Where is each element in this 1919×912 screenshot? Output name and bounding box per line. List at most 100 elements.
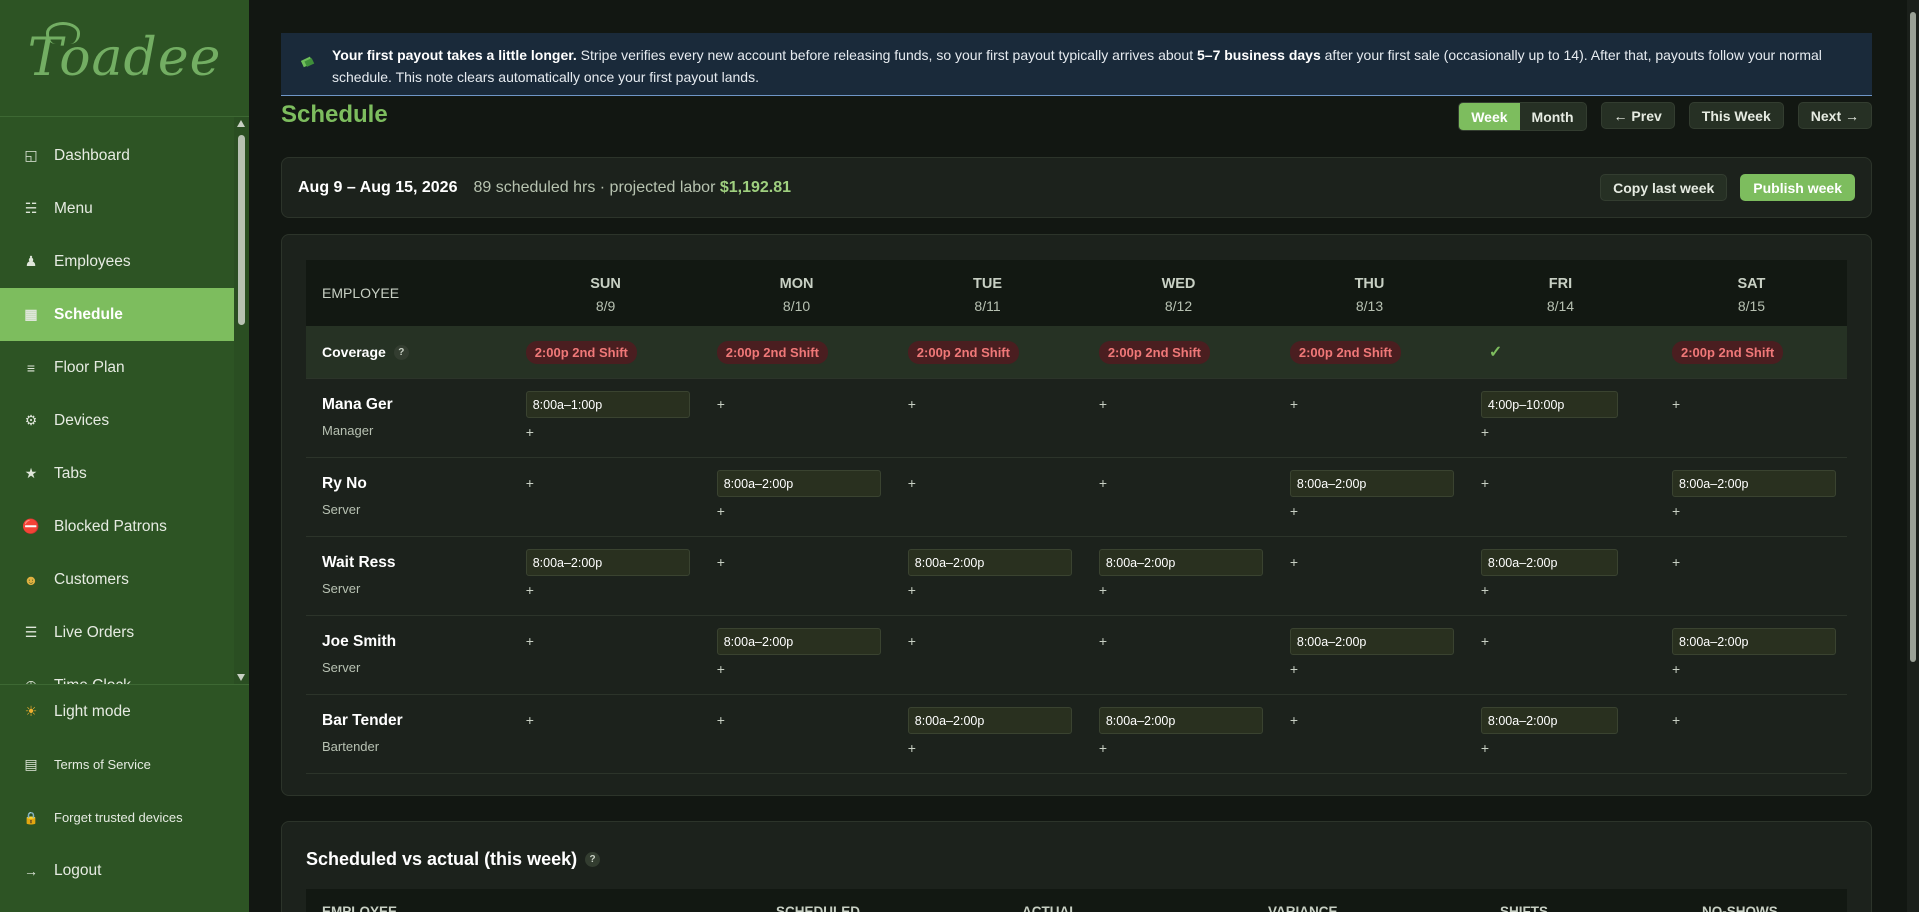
shift-block[interactable]: 8:00a–2:00p xyxy=(525,549,690,576)
sidebar-item-forget-trusted-devices[interactable]: 🔒 Forget trusted devices xyxy=(0,791,249,844)
add-shift-button[interactable]: + xyxy=(717,661,892,677)
coverage-gap-badge[interactable]: 2:00p 2nd Shift xyxy=(1289,340,1402,364)
add-shift-button[interactable]: + xyxy=(1481,740,1656,756)
actuals-col-no-shows: NO-SHOWS xyxy=(1702,904,1778,912)
add-shift-button[interactable]: + xyxy=(1290,712,1465,728)
coverage-gap-badge[interactable]: 2:00p 2nd Shift xyxy=(907,340,1019,364)
coverage-row: Coverage? 2:00p 2nd Shift 2:00p 2nd Shift 2… xyxy=(306,326,1847,379)
add-shift-button[interactable]: + xyxy=(1481,633,1656,649)
shift-block[interactable]: 8:00a–2:00p xyxy=(907,707,1072,734)
day-header-tue: TUE 8/11 xyxy=(892,260,1083,326)
sidebar-item-time-clock[interactable]: ◷ Time Clock xyxy=(0,659,249,685)
coverage-gap-badge[interactable]: 2:00p 2nd Shift xyxy=(716,340,828,364)
sidebar-item-employees[interactable]: ♟ Employees xyxy=(0,235,249,288)
add-shift-button[interactable]: + xyxy=(908,740,1083,756)
shift-block[interactable]: 8:00a–2:00p xyxy=(1480,549,1618,576)
sidebar-item-light-mode[interactable]: ☀ Light mode xyxy=(0,685,249,738)
sidebar-item-logout[interactable]: → Logout xyxy=(0,844,249,897)
publish-week-button[interactable]: Publish week xyxy=(1740,174,1855,201)
shift-block[interactable]: 8:00a–2:00p xyxy=(1289,470,1454,497)
add-shift-button[interactable]: + xyxy=(1099,396,1274,412)
add-shift-button[interactable]: + xyxy=(1099,475,1274,491)
shift-block[interactable]: 8:00a–2:00p xyxy=(1671,628,1836,655)
main-scrollbar-thumb[interactable] xyxy=(1910,12,1916,662)
shift-block[interactable]: 8:00a–1:00p xyxy=(525,391,690,418)
prev-week-button[interactable]: ← Prev xyxy=(1600,102,1675,129)
sidebar-scrollbar[interactable] xyxy=(234,117,249,684)
add-shift-button[interactable]: + xyxy=(1099,582,1274,598)
add-shift-button[interactable]: + xyxy=(908,475,1083,491)
add-shift-button[interactable]: + xyxy=(1290,661,1465,677)
day-header-wed: WED 8/12 xyxy=(1083,260,1274,326)
add-shift-button[interactable]: + xyxy=(717,554,892,570)
sidebar-item-blocked-patrons[interactable]: ⛔ Blocked Patrons xyxy=(0,500,249,553)
add-shift-button[interactable]: + xyxy=(526,633,701,649)
sidebar-item-dashboard[interactable]: ◱ Dashboard xyxy=(0,129,249,182)
banner-highlight: 5–7 business days xyxy=(1197,47,1321,63)
shift-block[interactable]: 8:00a–2:00p xyxy=(1480,707,1618,734)
add-shift-button[interactable]: + xyxy=(1672,396,1847,412)
page-title: Schedule xyxy=(281,101,388,128)
add-shift-button[interactable]: + xyxy=(526,475,701,491)
shift-block[interactable]: 8:00a–2:00p xyxy=(1289,628,1454,655)
sidebar-item-customers[interactable]: ☻ Customers xyxy=(0,553,249,606)
shift-cell: 8:00a–2:00p + xyxy=(1465,537,1656,615)
add-shift-button[interactable]: + xyxy=(1290,396,1465,412)
add-shift-button[interactable]: + xyxy=(1099,740,1274,756)
add-shift-button[interactable]: + xyxy=(717,503,892,519)
month-view-button[interactable]: Month xyxy=(1519,103,1586,130)
add-shift-button[interactable]: + xyxy=(1099,633,1274,649)
add-shift-button[interactable]: + xyxy=(1481,475,1656,491)
add-shift-button[interactable]: + xyxy=(1290,554,1465,570)
next-week-button[interactable]: Next → xyxy=(1797,102,1872,129)
add-shift-button[interactable]: + xyxy=(526,712,701,728)
add-shift-button[interactable]: + xyxy=(1481,424,1656,440)
coverage-gap-badge[interactable]: 2:00p 2nd Shift xyxy=(1671,340,1784,364)
add-shift-button[interactable]: + xyxy=(717,712,892,728)
employee-role: Server xyxy=(322,581,361,596)
help-icon[interactable]: ? xyxy=(393,344,409,360)
sidebar-item-schedule[interactable]: ▦ Schedule xyxy=(0,288,234,341)
sidebar-item-floor-plan[interactable]: ≡ Floor Plan xyxy=(0,341,249,394)
add-shift-button[interactable]: + xyxy=(1672,661,1847,677)
shift-block[interactable]: 8:00a–2:00p xyxy=(716,628,881,655)
add-shift-button[interactable]: + xyxy=(526,582,701,598)
sidebar-item-label: Devices xyxy=(54,411,110,429)
scrollbar-thumb[interactable] xyxy=(238,135,245,325)
shift-block[interactable]: 8:00a–2:00p xyxy=(716,470,881,497)
add-shift-button[interactable]: + xyxy=(1290,503,1465,519)
coverage-gap-badge[interactable]: 2:00p 2nd Shift xyxy=(1098,340,1211,364)
scroll-down-icon[interactable] xyxy=(237,674,245,681)
week-view-button[interactable]: Week xyxy=(1459,103,1520,130)
add-shift-button[interactable]: + xyxy=(526,424,701,440)
add-shift-button[interactable]: + xyxy=(908,396,1083,412)
shift-block[interactable]: 8:00a–2:00p xyxy=(1098,707,1263,734)
add-shift-button[interactable]: + xyxy=(908,582,1083,598)
help-icon[interactable]: ? xyxy=(585,852,601,867)
shift-cell: + xyxy=(1083,379,1274,457)
add-shift-button[interactable]: + xyxy=(1672,554,1847,570)
employee-name: Wait Ress xyxy=(322,554,396,571)
shift-block[interactable]: 4:00p–10:00p xyxy=(1480,391,1618,418)
sidebar-item-tabs[interactable]: ★ Tabs xyxy=(0,447,249,500)
sidebar-item-terms-of-service[interactable]: ▤ Terms of Service xyxy=(0,738,249,791)
sidebar-item-label: Customers xyxy=(54,570,129,588)
sidebar-item-live-orders[interactable]: ☰ Live Orders xyxy=(0,606,249,659)
add-shift-button[interactable]: + xyxy=(1481,582,1656,598)
scroll-up-icon[interactable] xyxy=(237,120,245,127)
add-shift-button[interactable]: + xyxy=(717,396,892,412)
employee-role: Server xyxy=(322,660,361,675)
copy-last-week-button[interactable]: Copy last week xyxy=(1600,174,1728,201)
this-week-button[interactable]: This Week xyxy=(1688,102,1784,129)
add-shift-button[interactable]: + xyxy=(1672,712,1847,728)
shift-block[interactable]: 8:00a–2:00p xyxy=(1098,549,1263,576)
coverage-gap-badge[interactable]: 2:00p 2nd Shift xyxy=(525,340,637,364)
day-header-sat: SAT 8/15 xyxy=(1656,260,1847,326)
sidebar-item-devices[interactable]: ⚙ Devices xyxy=(0,394,249,447)
add-shift-button[interactable]: + xyxy=(908,633,1083,649)
shift-block[interactable]: 8:00a–2:00p xyxy=(1671,470,1836,497)
sidebar-item-menu[interactable]: ☵ Menu xyxy=(0,182,249,235)
main-scrollbar[interactable] xyxy=(1907,0,1919,912)
shift-block[interactable]: 8:00a–2:00p xyxy=(907,549,1072,576)
add-shift-button[interactable]: + xyxy=(1672,503,1847,519)
